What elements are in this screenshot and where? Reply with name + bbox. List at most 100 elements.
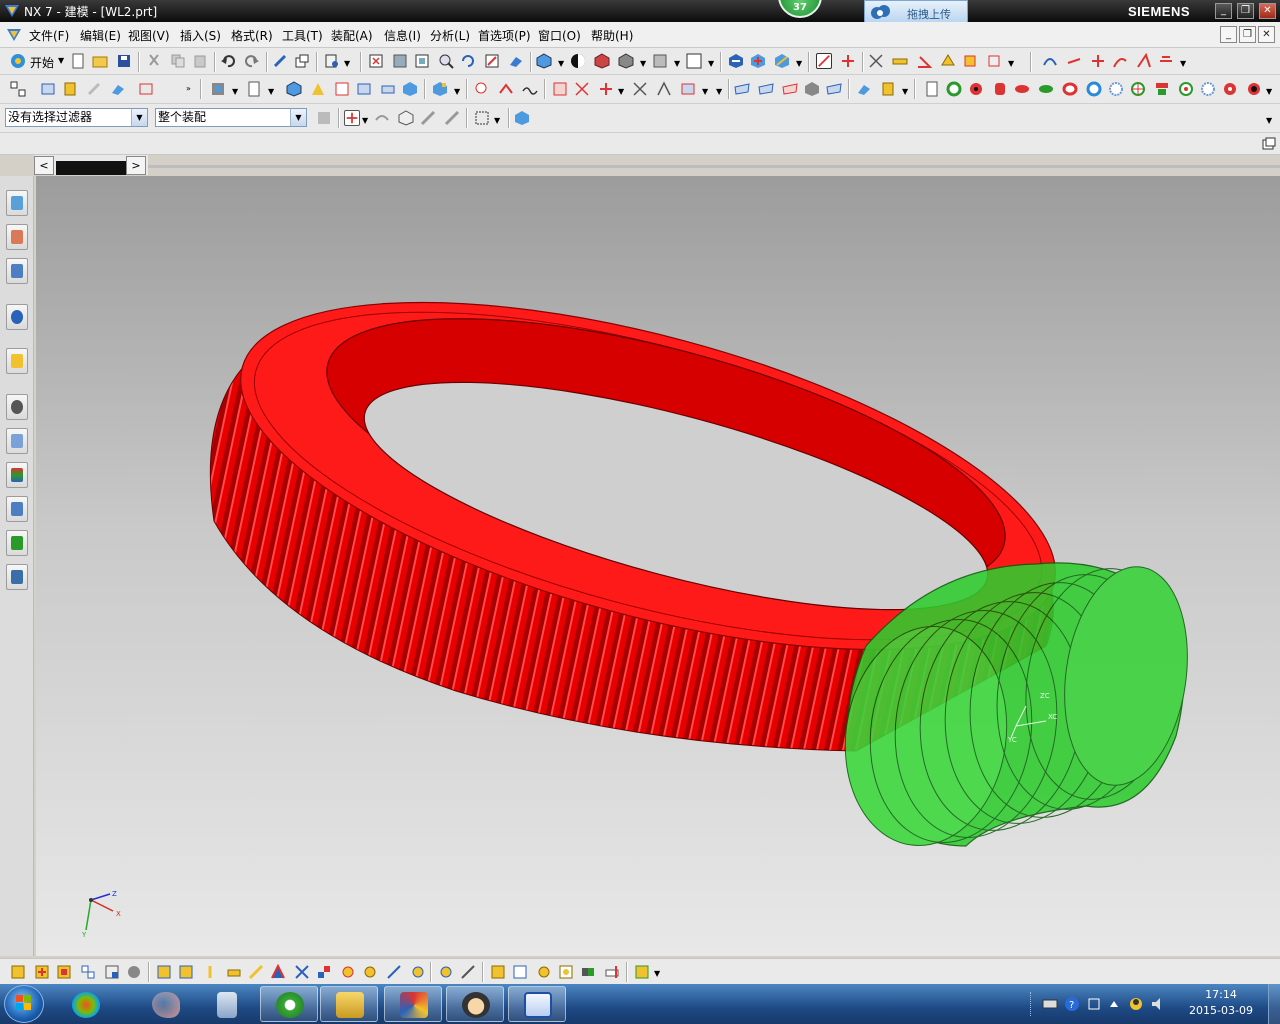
command-finder-icon[interactable] (324, 53, 340, 69)
datum-plane-icon[interactable] (40, 81, 56, 97)
body-rule-icon[interactable] (420, 110, 436, 126)
coordinate-system-icon[interactable] (86, 81, 102, 97)
render-style-icon[interactable] (570, 53, 586, 69)
shaded-view-icon[interactable] (536, 53, 552, 69)
new-sketch-icon[interactable] (246, 81, 262, 97)
history-tab[interactable] (6, 394, 28, 420)
menu-format[interactable]: 格式(R) (231, 27, 273, 44)
blank-sheet-icon[interactable] (924, 81, 940, 97)
menu-assembly[interactable]: 装配(A) (331, 27, 373, 44)
point-constructor-icon[interactable] (840, 53, 856, 69)
system-materials-tab[interactable] (6, 428, 28, 454)
feature-rule-icon[interactable] (444, 110, 460, 126)
new-file-icon[interactable] (70, 53, 86, 69)
dropdown-icon[interactable]: ▼ (494, 113, 502, 129)
dropdown-icon[interactable]: ▼ (344, 56, 352, 72)
dropdown-icon[interactable]: ▼ (454, 84, 462, 100)
move-component-icon[interactable] (126, 964, 142, 980)
pocket-icon[interactable] (402, 81, 418, 97)
help-icon[interactable]: ? (1064, 996, 1080, 1012)
red-gear-icon[interactable] (968, 81, 984, 97)
fit-icon[interactable] (368, 53, 384, 69)
cone-icon[interactable] (310, 81, 326, 97)
check-clearance-icon[interactable] (580, 964, 596, 980)
swept-surface-icon[interactable] (758, 81, 774, 97)
thicken-icon[interactable] (880, 81, 896, 97)
doc-close-button[interactable]: ✕ (1258, 26, 1275, 43)
filter-reset-icon[interactable] (316, 110, 332, 126)
hole-icon[interactable] (356, 81, 372, 97)
dropdown-icon[interactable]: ▼ (708, 56, 716, 72)
taskbar-file-manager[interactable] (320, 986, 378, 1022)
qq-icon[interactable] (1128, 996, 1144, 1012)
arrangements-icon[interactable] (512, 964, 528, 980)
taskbar-word[interactable] (508, 986, 566, 1022)
face-rule-icon[interactable] (398, 110, 414, 126)
spline-icon[interactable] (1112, 53, 1128, 69)
menu-help[interactable]: 帮助(H) (591, 27, 633, 44)
cylinder-gear-icon[interactable] (992, 81, 1008, 97)
arc-icon[interactable] (1090, 53, 1106, 69)
component-array-icon[interactable] (80, 964, 96, 980)
constraint-align-icon[interactable] (294, 964, 310, 980)
perspective-icon[interactable] (508, 53, 524, 69)
graphics-viewport[interactable]: ZC XC YC Z X Y (36, 176, 1280, 956)
chamfer-icon[interactable] (498, 81, 514, 97)
dark-gear-icon[interactable] (1246, 81, 1262, 97)
studio-surface-icon[interactable] (782, 81, 798, 97)
upload-button[interactable]: 拖拽上传 (864, 0, 968, 24)
menu-edit[interactable]: 编辑(E) (80, 27, 121, 44)
view-cube-icon[interactable] (618, 53, 634, 69)
zoom-window-icon[interactable] (392, 53, 408, 69)
open-folder-icon[interactable] (92, 53, 108, 69)
mass-properties-icon[interactable] (604, 964, 620, 980)
unite-icon[interactable] (432, 81, 448, 97)
doc-minimize-button[interactable]: _ (1220, 26, 1237, 43)
system-clock[interactable]: 17:14 2015-03-09 (1180, 987, 1262, 1019)
zoom-box-icon[interactable] (414, 53, 430, 69)
snap-endpoint-icon[interactable] (868, 53, 884, 69)
draft-icon[interactable] (522, 81, 538, 97)
system-scenes-tab[interactable] (6, 564, 28, 590)
notification-badge[interactable]: 37 (778, 0, 822, 18)
start-dropdown-icon[interactable]: ▼ (58, 53, 66, 69)
redo-icon[interactable] (244, 53, 260, 69)
dropdown-icon[interactable]: ▼ (702, 84, 710, 100)
dropdown-icon[interactable]: ▼ (640, 56, 648, 72)
snap-point-toggle-icon[interactable] (344, 110, 360, 126)
menu-analysis[interactable]: 分析(L) (430, 27, 470, 44)
edge-blend-icon[interactable] (474, 81, 490, 97)
visualization-tab[interactable] (6, 462, 28, 488)
dropdown-icon[interactable]: ▼ (1008, 56, 1016, 72)
green-gear-icon[interactable] (946, 81, 962, 97)
assembly-constraints-icon[interactable] (10, 964, 26, 980)
n-sided-surface-icon[interactable] (804, 81, 820, 97)
nav-scroll-track[interactable] (56, 161, 126, 175)
exploded-view-icon[interactable] (202, 964, 218, 980)
snap-point-icon[interactable] (816, 53, 832, 69)
start-icon[interactable] (10, 53, 26, 69)
start-button[interactable]: 开始 (30, 54, 54, 71)
chevron-down-icon[interactable]: ▼ (290, 109, 306, 126)
menu-information[interactable]: 信息(I) (384, 27, 421, 44)
revolve-icon[interactable] (138, 81, 154, 97)
part-navigator-icon[interactable] (10, 81, 26, 97)
menu-file[interactable]: 文件(F) (29, 27, 69, 44)
show-constraints-icon[interactable] (438, 964, 454, 980)
layer-icon[interactable] (686, 53, 702, 69)
menu-tools[interactable]: 工具(T) (282, 27, 323, 44)
orient-view-icon[interactable] (594, 53, 610, 69)
wave-link-icon[interactable] (178, 964, 194, 980)
curve-on-surface-icon[interactable] (1136, 53, 1152, 69)
worm-gear-icon[interactable] (1038, 81, 1054, 97)
replace-component-icon[interactable] (104, 964, 120, 980)
restore-pane-icon[interactable] (1261, 136, 1277, 152)
reuse-library-tab[interactable] (6, 304, 28, 330)
assembly-navigator-icon[interactable] (728, 53, 744, 69)
undo-icon[interactable] (220, 53, 236, 69)
keyboard-icon[interactable] (1042, 996, 1058, 1012)
dropdown-icon[interactable]: ▼ (232, 84, 240, 100)
assembly-navigator-tab[interactable] (6, 190, 28, 216)
red-sprocket-icon[interactable] (1222, 81, 1238, 97)
doc-restore-button[interactable]: ❐ (1239, 26, 1256, 43)
